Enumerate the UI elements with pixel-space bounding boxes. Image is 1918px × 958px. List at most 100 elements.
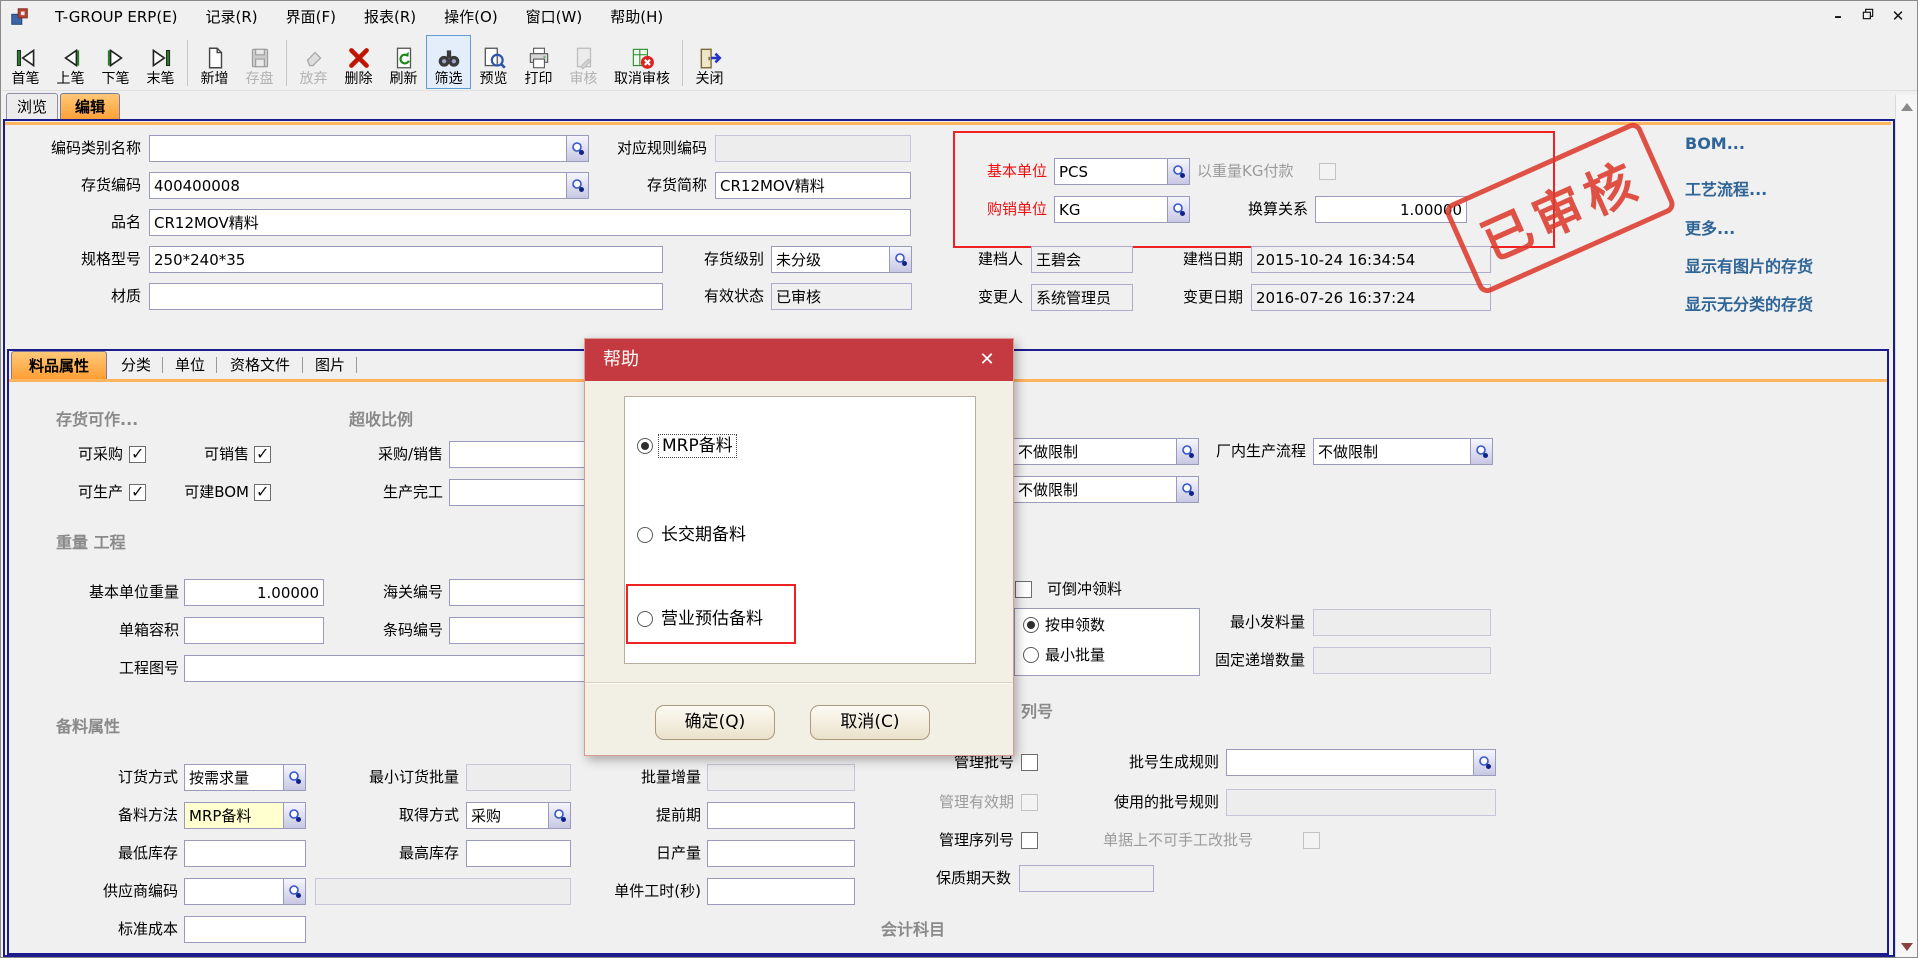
manage-serial-checkbox[interactable] — [1021, 832, 1038, 849]
dialog-cancel-button[interactable]: 取消(C) — [810, 705, 930, 740]
close-icon[interactable]: ✕ — [1885, 5, 1911, 27]
shelf-days-input[interactable] — [1019, 865, 1154, 892]
lookup-icon[interactable] — [1167, 196, 1190, 223]
preview-button[interactable]: 预览 — [471, 35, 516, 89]
producible-checkbox[interactable] — [129, 484, 146, 501]
lookup-icon[interactable] — [1176, 438, 1199, 465]
item-abbr-input[interactable] — [715, 172, 911, 199]
subtab-units[interactable]: 单位 — [167, 351, 213, 379]
lookup-icon[interactable] — [1470, 438, 1493, 465]
batch-rule-input[interactable] — [1226, 749, 1473, 776]
dialog-option-forecast-radio[interactable] — [637, 611, 653, 627]
rule-code-input[interactable] — [715, 135, 911, 162]
unit-hours-input[interactable] — [707, 878, 855, 905]
conversion-input[interactable] — [1315, 196, 1467, 223]
issue-min-batch-radio[interactable] — [1023, 647, 1039, 663]
audit-button[interactable]: 审核 — [561, 35, 606, 89]
discard-button[interactable]: 放弃 — [291, 35, 336, 89]
manage-expiry-checkbox[interactable] — [1021, 794, 1038, 811]
more-link[interactable]: 更多... — [1685, 215, 1735, 239]
std-cost-input[interactable] — [184, 916, 306, 943]
issue-by-request-radio[interactable] — [1023, 617, 1039, 633]
pay-by-weight-checkbox[interactable] — [1319, 163, 1336, 180]
min-issue-input[interactable] — [1313, 609, 1491, 636]
first-record-button[interactable]: 首笔 — [3, 35, 48, 89]
menu-operation[interactable]: 操作(O) — [430, 4, 512, 30]
lookup-icon[interactable] — [566, 172, 589, 199]
tab-browse[interactable]: 浏览 — [6, 93, 58, 120]
show-with-image-link[interactable]: 显示有图片的存货 — [1685, 253, 1813, 277]
delete-button[interactable]: 删除 — [336, 35, 381, 89]
menu-record[interactable]: 记录(R) — [192, 4, 272, 30]
last-record-button[interactable]: 末笔 — [138, 35, 183, 89]
vertical-scrollbar[interactable] — [1895, 95, 1917, 958]
subtab-qualification[interactable]: 资格文件 — [221, 351, 299, 379]
item-code-input[interactable] — [149, 172, 566, 199]
batch-inc-input[interactable] — [707, 764, 855, 791]
backflush-checkbox[interactable] — [1015, 581, 1032, 598]
subtab-images[interactable]: 图片 — [307, 351, 353, 379]
dialog-option-mrp-radio[interactable] — [637, 438, 653, 454]
menu-interface[interactable]: 界面(F) — [272, 4, 350, 30]
lookup-icon[interactable] — [566, 135, 589, 162]
new-button[interactable]: 新增 — [192, 35, 237, 89]
supplier-input[interactable] — [184, 878, 283, 905]
lead-time-input[interactable] — [707, 802, 855, 829]
refresh-button[interactable]: 刷新 — [381, 35, 426, 89]
lookup-icon[interactable] — [1167, 158, 1190, 185]
code-type-input[interactable] — [149, 135, 566, 162]
minimize-icon[interactable]: – — [1825, 5, 1851, 27]
dialog-option-longlead-label[interactable]: 长交期备料 — [661, 524, 746, 546]
base-unit-input[interactable] — [1054, 158, 1167, 185]
trade-unit-input[interactable] — [1054, 196, 1167, 223]
tab-edit[interactable]: 编辑 — [60, 93, 120, 120]
prep-method-input[interactable] — [184, 802, 283, 829]
unit-weight-input[interactable] — [184, 579, 324, 606]
spec-input[interactable] — [149, 246, 663, 273]
subtab-classification[interactable]: 分类 — [113, 351, 159, 379]
bom-link[interactable]: BOM... — [1685, 134, 1745, 153]
lookup-icon[interactable] — [283, 878, 306, 905]
order-mode-input[interactable] — [184, 764, 283, 791]
restore-icon[interactable] — [1855, 5, 1881, 27]
daily-output-input[interactable] — [707, 840, 855, 867]
restrict2-input[interactable] — [1013, 476, 1176, 503]
lookup-icon[interactable] — [1176, 476, 1199, 503]
factory-flow-input[interactable] — [1313, 438, 1470, 465]
lookup-icon[interactable] — [548, 802, 571, 829]
cancel-audit-button[interactable]: 取消审核 — [606, 35, 678, 89]
drawing-input[interactable] — [184, 655, 609, 682]
lookup-icon[interactable] — [283, 802, 306, 829]
dialog-option-mrp-label[interactable]: MRP备料 — [659, 435, 736, 457]
item-name-input[interactable] — [149, 209, 911, 236]
subtab-item-attributes[interactable]: 料品属性 — [11, 351, 107, 379]
fixed-inc-input[interactable] — [1313, 647, 1491, 674]
dialog-ok-button[interactable]: 确定(Q) — [655, 705, 775, 740]
lookup-icon[interactable] — [283, 764, 306, 791]
menu-help[interactable]: 帮助(H) — [596, 4, 677, 30]
min-stock-input[interactable] — [184, 840, 306, 867]
max-stock-input[interactable] — [466, 840, 571, 867]
dialog-option-forecast-label[interactable]: 营业预估备料 — [661, 608, 763, 630]
close-window-button[interactable]: 关闭 — [687, 35, 732, 89]
level-input[interactable] — [771, 246, 889, 273]
lookup-icon[interactable] — [889, 246, 912, 273]
material-input[interactable] — [149, 283, 663, 310]
dialog-option-longlead-radio[interactable] — [637, 527, 653, 543]
show-unclassified-link[interactable]: 显示无分类的存货 — [1685, 291, 1813, 315]
process-flow-link[interactable]: 工艺流程... — [1685, 176, 1767, 200]
restrict1-input[interactable] — [1013, 438, 1176, 465]
next-record-button[interactable]: 下笔 — [93, 35, 138, 89]
menu-report[interactable]: 报表(R) — [350, 4, 430, 30]
scroll-up-icon[interactable] — [1901, 103, 1913, 111]
sellable-checkbox[interactable] — [254, 446, 271, 463]
purchasable-checkbox[interactable] — [129, 446, 146, 463]
acquire-input[interactable] — [466, 802, 548, 829]
print-button[interactable]: 打印 — [516, 35, 561, 89]
save-button[interactable]: 存盘 — [237, 35, 282, 89]
lookup-icon[interactable] — [1473, 749, 1496, 776]
no-manual-batch-checkbox[interactable] — [1303, 832, 1320, 849]
bom-checkbox[interactable] — [254, 484, 271, 501]
filter-button[interactable]: 筛选 — [426, 35, 471, 89]
dialog-close-icon[interactable]: ✕ — [975, 348, 999, 372]
